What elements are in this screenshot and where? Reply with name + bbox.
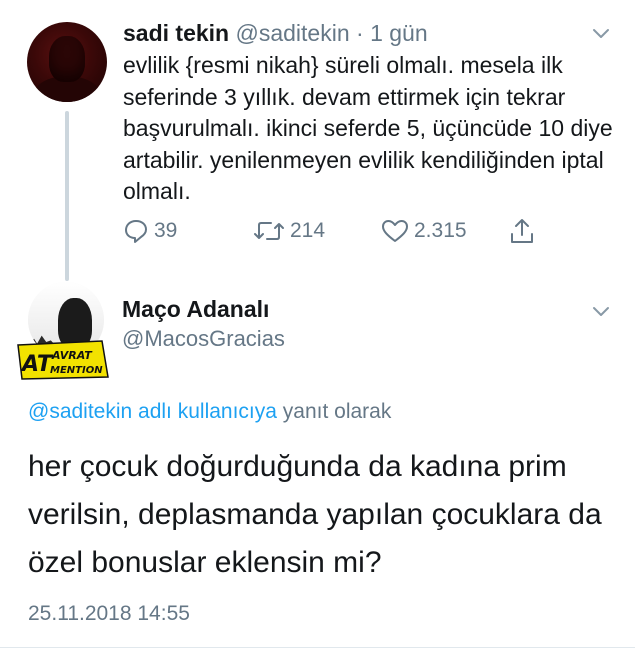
chevron-down-icon[interactable] (592, 28, 610, 40)
handle[interactable]: @MacosGracias (122, 326, 285, 352)
avrat-mention-logo: AT AVRAT MENTION (16, 339, 110, 381)
reply-button[interactable]: 39 (123, 216, 177, 246)
thread-connector-line (65, 111, 69, 281)
retweet-icon (253, 218, 285, 244)
replying-to: @saditekin adlı kullanıcıya yanıt olarak (28, 400, 391, 424)
display-name[interactable]: sadi tekin (123, 20, 229, 46)
tweet-sadi-tekin: sadi tekin @saditekin · 1 gün evlilik {r… (0, 0, 635, 281)
avatar-sadi-tekin[interactable] (27, 22, 107, 102)
like-icon (381, 218, 409, 244)
timestamp[interactable]: 1 gün (370, 20, 428, 46)
reply-suffix: yanıt olarak (276, 400, 392, 423)
share-button[interactable] (509, 216, 535, 246)
tweet-text: her çocuk doğurduğunda da kadına prim ve… (28, 450, 602, 579)
retweet-count: 214 (290, 219, 326, 242)
like-button[interactable]: 2.315 (381, 216, 467, 246)
divider (0, 647, 635, 648)
separator-dot: · (356, 20, 364, 46)
like-count: 2.315 (414, 219, 467, 242)
retweet-button[interactable]: 214 (253, 216, 325, 246)
reply-mention-link[interactable]: @saditekin adlı kullanıcıya (28, 400, 277, 423)
chevron-down-icon[interactable] (592, 306, 610, 318)
handle[interactable]: @saditekin (236, 20, 350, 46)
tweet-header: sadi tekin @saditekin · 1 gün (123, 18, 428, 48)
tweet-text: evlilik {resmi nikah} süreli olmalı. mes… (123, 52, 613, 204)
svg-text:AT: AT (20, 352, 54, 377)
avatar-face (49, 36, 85, 82)
share-icon (509, 217, 535, 245)
tweet-date[interactable]: 25.11.2018 14:55 (28, 602, 190, 626)
display-name[interactable]: Maço Adanalı (122, 296, 269, 323)
tweet-maco-adanali: AT AVRAT MENTION Maço Adanalı @MacosGrac… (0, 280, 635, 653)
reply-count: 39 (154, 219, 178, 242)
svg-text:MENTION: MENTION (50, 365, 103, 376)
reply-icon (123, 218, 149, 244)
svg-text:AVRAT: AVRAT (51, 349, 93, 362)
